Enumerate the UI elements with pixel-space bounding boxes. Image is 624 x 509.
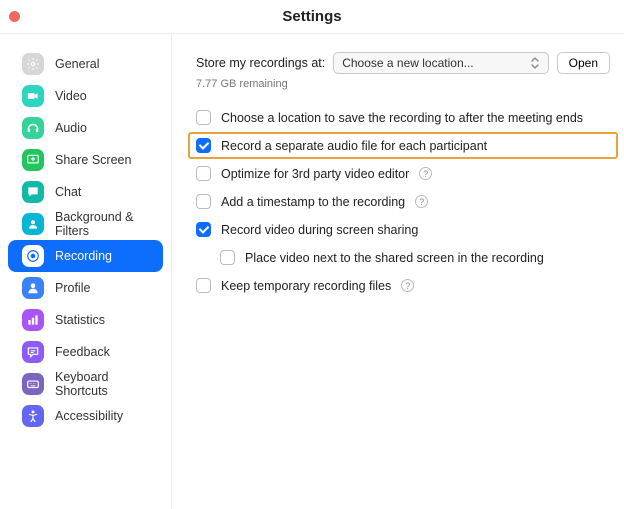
checkbox[interactable] [196,110,211,125]
background-filters-icon [22,213,44,235]
highlighted-option: Record a separate audio file for each pa… [188,132,618,159]
sidebar-item-background-filters[interactable]: Background & Filters [8,208,163,240]
open-button[interactable]: Open [557,52,610,74]
option-label: Add a timestamp to the recording [221,195,405,209]
sidebar-item-label: Feedback [55,345,110,359]
option-row: Record video during screen sharing [196,222,610,237]
checkbox[interactable] [220,250,235,265]
option-label: Keep temporary recording files [221,279,391,293]
statistics-icon [22,309,44,331]
checkbox[interactable] [196,278,211,293]
sidebar-item-keyboard-shortcuts[interactable]: Keyboard Shortcuts [8,368,163,400]
chat-icon [22,181,44,203]
sidebar-item-label: Share Screen [55,153,131,167]
sidebar-item-accessibility[interactable]: Accessibility [8,400,163,432]
option-row: Optimize for 3rd party video editor? [196,166,610,181]
sidebar-item-label: Chat [55,185,81,199]
sidebar-item-chat[interactable]: Chat [8,176,163,208]
location-select[interactable]: Choose a new location... [333,52,548,74]
option-label: Place video next to the shared screen in… [245,251,544,265]
chevron-updown-icon [530,56,542,70]
option-row: Place video next to the shared screen in… [220,250,610,265]
help-icon[interactable]: ? [415,195,428,208]
checkbox[interactable] [196,194,211,209]
option-row: Choose a location to save the recording … [196,110,610,125]
help-icon[interactable]: ? [419,167,432,180]
option-label: Record video during screen sharing [221,223,418,237]
sidebar-item-audio[interactable]: Audio [8,112,163,144]
sidebar-item-general[interactable]: General [8,48,163,80]
store-label: Store my recordings at: [196,56,325,70]
window-title: Settings [0,8,624,25]
options-list: Choose a location to save the recording … [196,110,610,293]
storage-remaining: 7.77 GB remaining [196,78,610,90]
sidebar-item-label: Accessibility [55,409,123,423]
sidebar-item-label: Recording [55,249,112,263]
help-icon[interactable]: ? [401,279,414,292]
option-label: Record a separate audio file for each pa… [221,139,487,153]
sidebar-item-label: Background & Filters [55,210,163,238]
profile-icon [22,277,44,299]
store-row: Store my recordings at: Choose a new loc… [196,52,610,74]
sidebar-item-profile[interactable]: Profile [8,272,163,304]
option-row: Add a timestamp to the recording? [196,194,610,209]
sidebar-item-video[interactable]: Video [8,80,163,112]
sidebar: General Video Audio Share Screen Chat Backgro… [0,34,172,509]
sidebar-item-label: Profile [55,281,90,295]
sidebar-item-share-screen[interactable]: Share Screen [8,144,163,176]
gear-icon [22,53,44,75]
sidebar-item-label: Audio [55,121,87,135]
checkbox[interactable] [196,138,211,153]
option-label: Choose a location to save the recording … [221,111,583,125]
titlebar: Settings [0,0,624,34]
recording-icon [22,245,44,267]
option-label: Optimize for 3rd party video editor [221,167,409,181]
sidebar-item-feedback[interactable]: Feedback [8,336,163,368]
content: General Video Audio Share Screen Chat Backgro… [0,34,624,509]
option-row: Keep temporary recording files? [196,278,610,293]
sidebar-item-label: General [55,57,99,71]
share-screen-icon [22,149,44,171]
checkbox[interactable] [196,166,211,181]
audio-icon [22,117,44,139]
sidebar-item-label: Keyboard Shortcuts [55,370,163,398]
option-row: Record a separate audio file for each pa… [196,138,610,153]
keyboard-icon [22,373,44,395]
feedback-icon [22,341,44,363]
sidebar-item-label: Video [55,89,87,103]
checkbox[interactable] [196,222,211,237]
sidebar-item-statistics[interactable]: Statistics [8,304,163,336]
accessibility-icon [22,405,44,427]
main-panel: Store my recordings at: Choose a new loc… [172,34,624,509]
location-select-value: Choose a new location... [342,56,473,70]
video-icon [22,85,44,107]
sidebar-item-label: Statistics [55,313,105,327]
sidebar-item-recording[interactable]: Recording [8,240,163,272]
